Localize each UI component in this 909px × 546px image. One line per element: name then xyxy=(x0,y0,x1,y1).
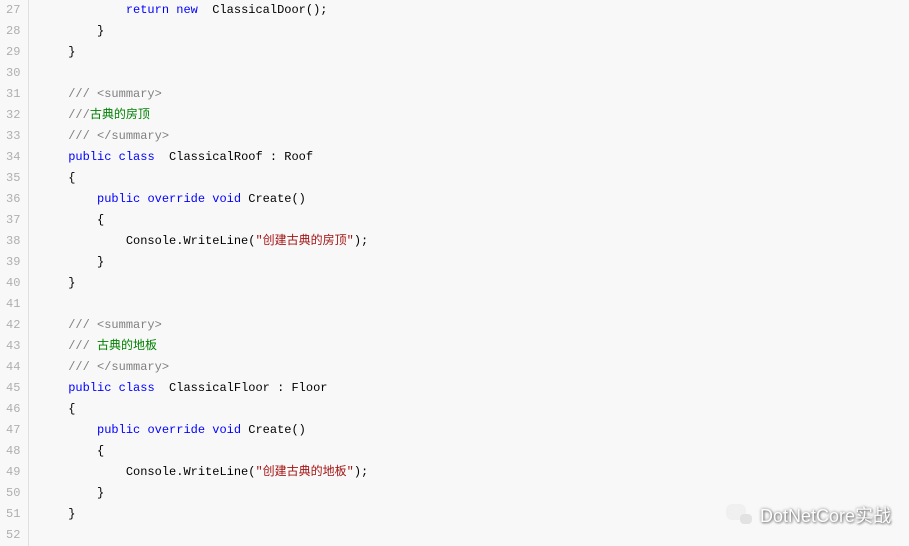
line-number: 28 xyxy=(6,21,20,42)
line-number: 41 xyxy=(6,294,20,315)
code-line: } xyxy=(39,504,909,525)
line-number: 33 xyxy=(6,126,20,147)
code-area[interactable]: return new ClassicalDoor(); } } /// <sum… xyxy=(29,0,909,546)
code-line: { xyxy=(39,210,909,231)
code-line: } xyxy=(39,273,909,294)
code-line: ///古典的房顶 xyxy=(39,105,909,126)
code-line: /// <summary> xyxy=(39,315,909,336)
line-number: 42 xyxy=(6,315,20,336)
code-line: } xyxy=(39,483,909,504)
line-number: 35 xyxy=(6,168,20,189)
line-number-gutter: 2728293031323334353637383940414243444546… xyxy=(0,0,29,546)
line-number: 52 xyxy=(6,525,20,546)
code-line xyxy=(39,525,909,546)
code-line: public class ClassicalRoof : Roof xyxy=(39,147,909,168)
code-line: /// <summary> xyxy=(39,84,909,105)
line-number: 36 xyxy=(6,189,20,210)
code-line xyxy=(39,63,909,84)
code-container: 2728293031323334353637383940414243444546… xyxy=(0,0,909,546)
line-number: 29 xyxy=(6,42,20,63)
code-line: { xyxy=(39,168,909,189)
line-number: 46 xyxy=(6,399,20,420)
line-number: 40 xyxy=(6,273,20,294)
line-number: 27 xyxy=(6,0,20,21)
code-line: } xyxy=(39,21,909,42)
code-line: Console.WriteLine("创建古典的地板"); xyxy=(39,462,909,483)
code-line: { xyxy=(39,441,909,462)
line-number: 32 xyxy=(6,105,20,126)
code-line: { xyxy=(39,399,909,420)
code-line: public override void Create() xyxy=(39,189,909,210)
line-number: 47 xyxy=(6,420,20,441)
line-number: 34 xyxy=(6,147,20,168)
code-line: return new ClassicalDoor(); xyxy=(39,0,909,21)
line-number: 39 xyxy=(6,252,20,273)
line-number: 38 xyxy=(6,231,20,252)
code-line: Console.WriteLine("创建古典的房顶"); xyxy=(39,231,909,252)
line-number: 43 xyxy=(6,336,20,357)
line-number: 50 xyxy=(6,483,20,504)
code-line: public class ClassicalFloor : Floor xyxy=(39,378,909,399)
line-number: 44 xyxy=(6,357,20,378)
line-number: 48 xyxy=(6,441,20,462)
code-line: /// 古典的地板 xyxy=(39,336,909,357)
line-number: 30 xyxy=(6,63,20,84)
code-line: public override void Create() xyxy=(39,420,909,441)
code-line: /// </summary> xyxy=(39,126,909,147)
code-line: /// </summary> xyxy=(39,357,909,378)
line-number: 37 xyxy=(6,210,20,231)
code-line: } xyxy=(39,252,909,273)
line-number: 49 xyxy=(6,462,20,483)
code-line: } xyxy=(39,42,909,63)
line-number: 31 xyxy=(6,84,20,105)
line-number: 51 xyxy=(6,504,20,525)
line-number: 45 xyxy=(6,378,20,399)
code-line xyxy=(39,294,909,315)
